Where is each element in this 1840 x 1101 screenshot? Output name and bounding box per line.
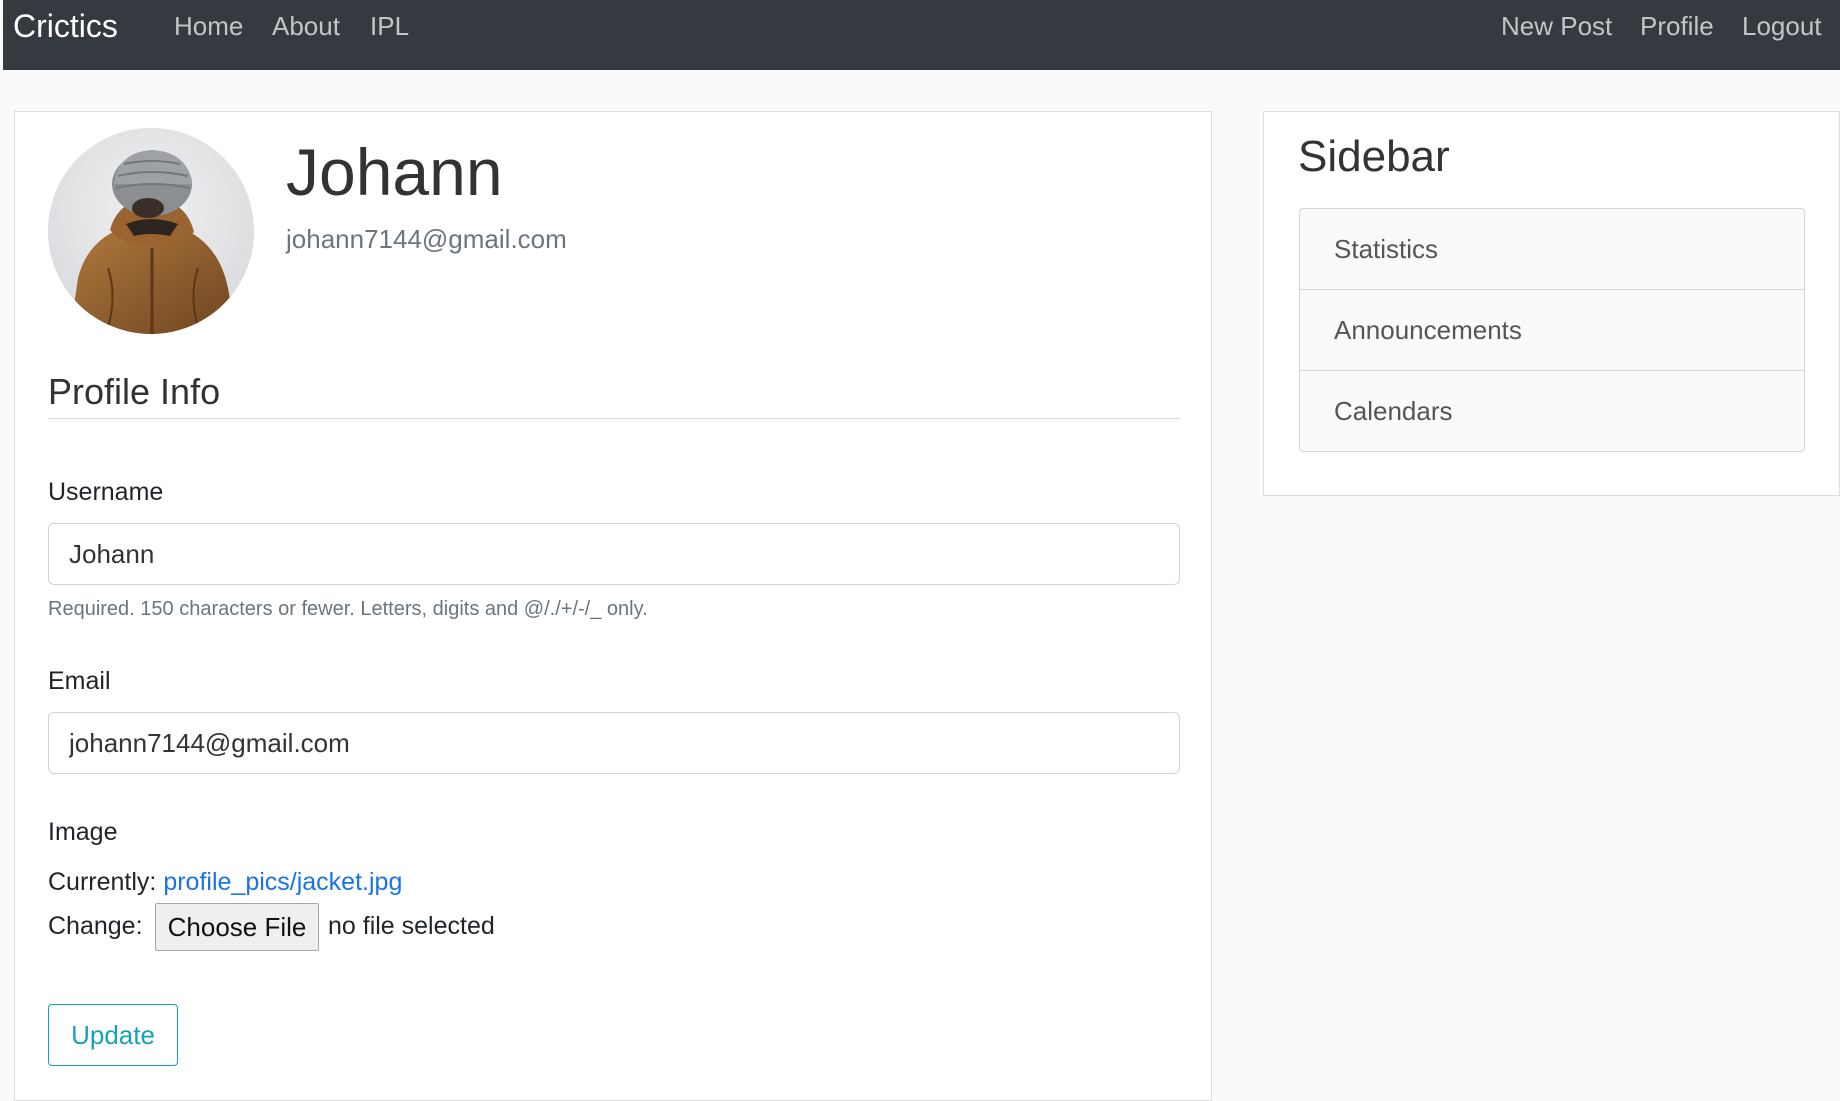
brand-logo[interactable]: Crictics <box>13 6 118 46</box>
image-label: Image <box>48 818 118 846</box>
nav-ipl[interactable]: IPL <box>370 8 409 44</box>
nav-about[interactable]: About <box>272 8 340 44</box>
nav-home[interactable]: Home <box>174 8 243 44</box>
sidebar-item-calendars[interactable]: Calendars <box>1300 371 1804 451</box>
email-input[interactable] <box>48 712 1180 774</box>
change-label: Change: <box>48 912 143 940</box>
avatar <box>48 128 254 334</box>
email-label: Email <box>48 667 111 695</box>
sidebar-item-statistics[interactable]: Statistics <box>1300 209 1804 290</box>
current-file-link[interactable]: profile_pics/jacket.jpg <box>163 868 402 896</box>
avatar-photo-icon <box>48 128 254 334</box>
section-divider <box>48 418 1180 419</box>
username-input[interactable] <box>48 523 1180 585</box>
username-label: Username <box>48 478 164 506</box>
profile-email: johann7144@gmail.com <box>286 224 567 254</box>
no-file-text: no file selected <box>328 912 495 940</box>
currently-row: Currently: profile_pics/jacket.jpg <box>48 865 402 899</box>
nav-logout[interactable]: Logout <box>1742 8 1822 44</box>
nav-new-post[interactable]: New Post <box>1501 8 1612 44</box>
sidebar-list: Statistics Announcements Calendars <box>1299 208 1805 452</box>
top-navbar: Crictics Home About IPL New Post Profile… <box>3 0 1840 70</box>
username-help-text: Required. 150 characters or fewer. Lette… <box>48 598 648 620</box>
sidebar-title: Sidebar <box>1298 132 1450 181</box>
currently-label: Currently: <box>48 868 157 896</box>
nav-profile[interactable]: Profile <box>1640 8 1714 44</box>
profile-card: Johann johann7144@gmail.com Profile Info… <box>14 111 1212 1101</box>
profile-name: Johann <box>286 135 503 209</box>
section-title: Profile Info <box>48 371 221 412</box>
update-button[interactable]: Update <box>48 1004 178 1066</box>
choose-file-button[interactable]: Choose File <box>155 903 319 951</box>
sidebar-card: Sidebar Statistics Announcements Calenda… <box>1263 111 1840 496</box>
sidebar-item-announcements[interactable]: Announcements <box>1300 290 1804 371</box>
